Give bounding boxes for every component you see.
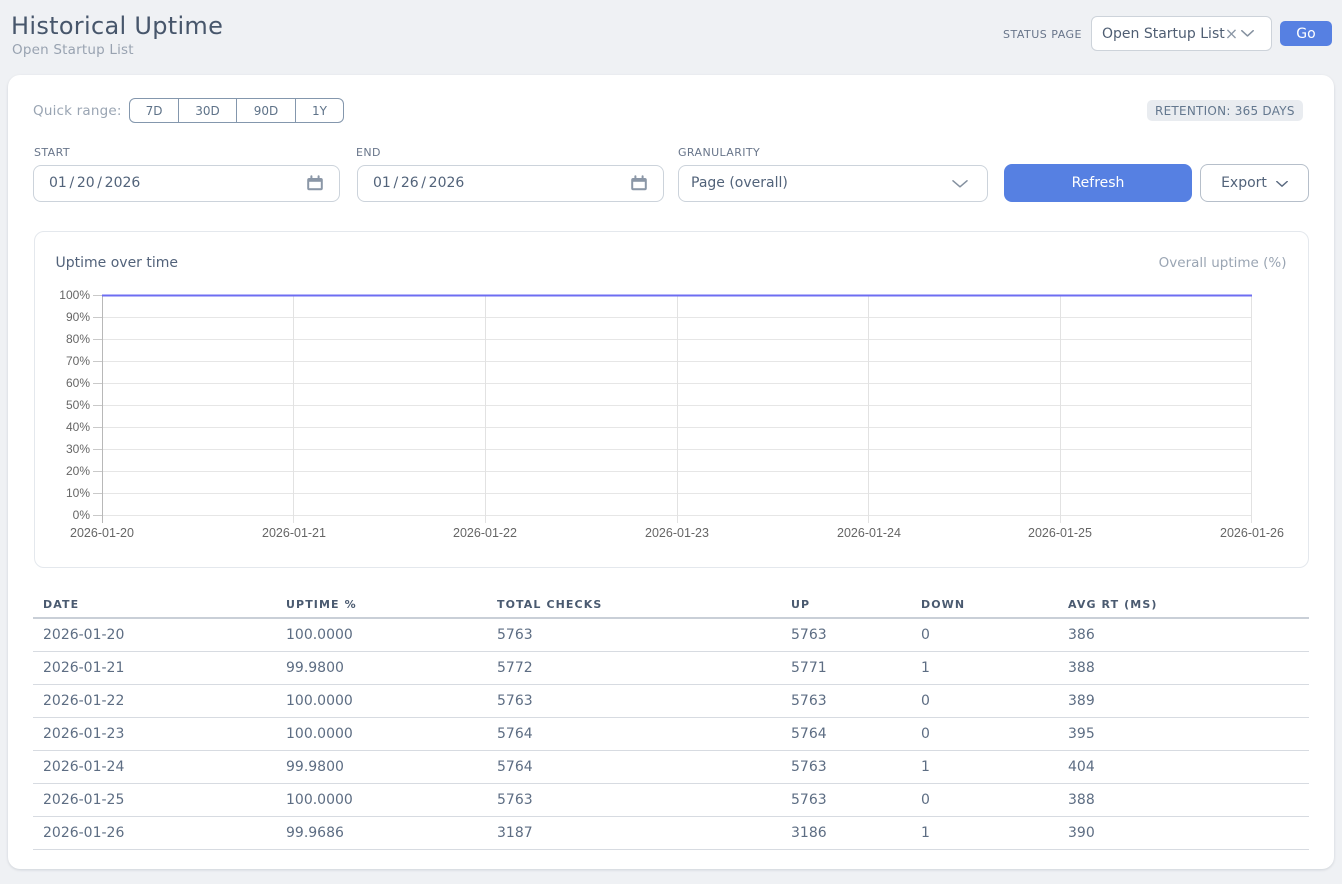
- svg-text:2026-01-24: 2026-01-24: [837, 526, 901, 540]
- svg-text:0%: 0%: [73, 508, 91, 522]
- svg-text:100%: 100%: [59, 288, 90, 302]
- svg-text:2026-01-23: 2026-01-23: [645, 526, 709, 540]
- svg-text:2026-01-20: 2026-01-20: [70, 526, 134, 540]
- svg-text:50%: 50%: [66, 398, 90, 412]
- svg-text:80%: 80%: [66, 332, 90, 346]
- svg-text:70%: 70%: [66, 354, 90, 368]
- svg-text:20%: 20%: [66, 464, 90, 478]
- svg-text:10%: 10%: [66, 486, 90, 500]
- svg-text:2026-01-26: 2026-01-26: [1220, 526, 1284, 540]
- svg-text:2026-01-22: 2026-01-22: [453, 526, 517, 540]
- svg-text:2026-01-25: 2026-01-25: [1028, 526, 1092, 540]
- svg-text:40%: 40%: [66, 420, 90, 434]
- svg-text:60%: 60%: [66, 376, 90, 390]
- svg-text:90%: 90%: [66, 310, 90, 324]
- svg-text:30%: 30%: [66, 442, 90, 456]
- svg-text:2026-01-21: 2026-01-21: [262, 526, 326, 540]
